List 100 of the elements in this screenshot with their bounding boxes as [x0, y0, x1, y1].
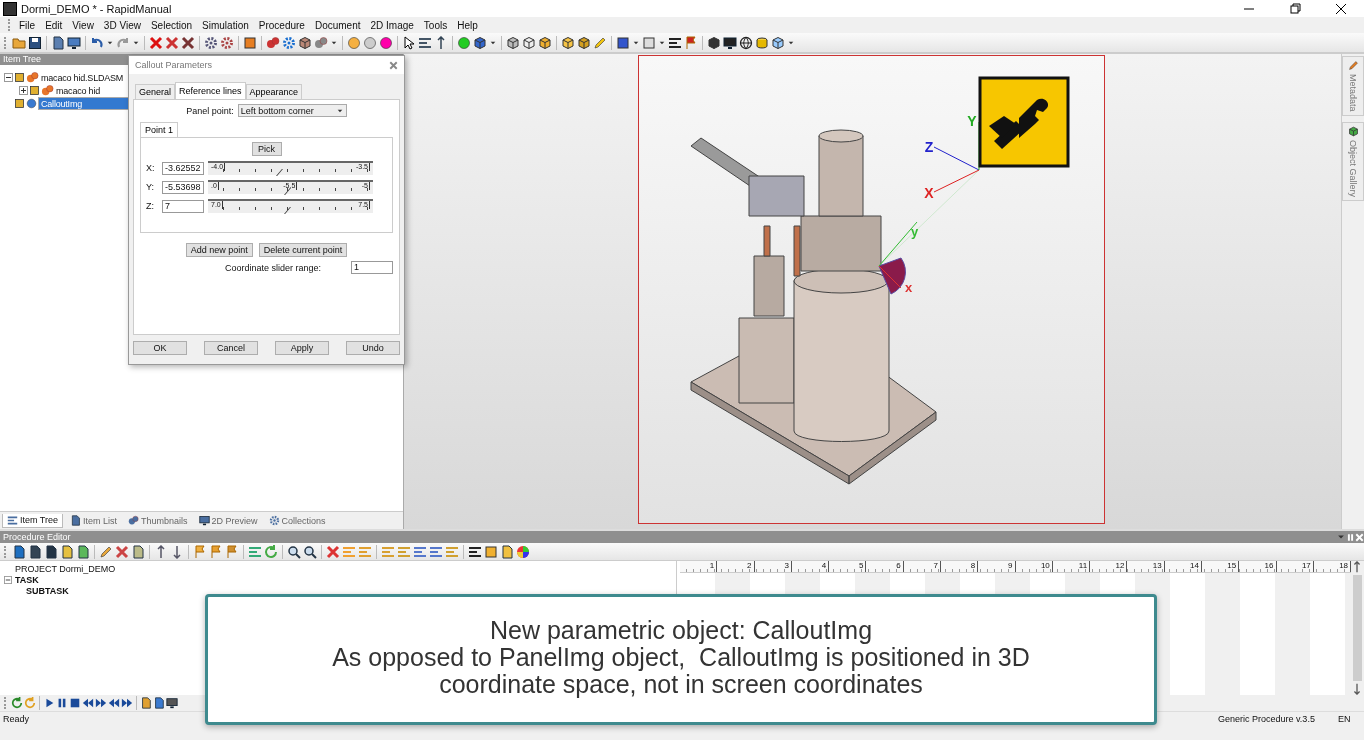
fast-forward-icon[interactable]	[95, 697, 107, 709]
panel-point-dropdown[interactable]: Left bottom corner	[237, 104, 347, 117]
document-icon[interactable]	[131, 544, 145, 559]
scrollbar-thumb[interactable]	[1353, 575, 1362, 681]
spheres-icon[interactable]	[266, 35, 280, 50]
sphere-icon[interactable]	[379, 35, 393, 50]
pencil-icon[interactable]	[593, 35, 607, 50]
pencil-icon[interactable]	[99, 544, 113, 559]
document-icon[interactable]	[500, 544, 514, 559]
cross-icon[interactable]	[165, 35, 179, 50]
menu-item[interactable]: Tools	[418, 19, 453, 31]
cube-icon[interactable]	[298, 35, 312, 50]
cube-icon[interactable]	[538, 35, 552, 50]
pause-icon[interactable]	[1346, 532, 1355, 542]
menu-item[interactable]: Help	[452, 19, 483, 31]
cross-icon[interactable]	[326, 544, 340, 559]
cursor-icon[interactable]	[402, 35, 416, 50]
document-icon[interactable]	[140, 697, 152, 709]
sphere-icon[interactable]	[347, 35, 361, 50]
tree-item[interactable]: macaco hid	[55, 85, 102, 96]
square-icon[interactable]	[243, 35, 257, 50]
tree-item[interactable]: macaco hid.SLDASM	[40, 72, 125, 83]
gear-icon[interactable]	[204, 35, 218, 50]
spheres-icon[interactable]	[314, 35, 328, 50]
magnifier-icon[interactable]	[287, 544, 301, 559]
gear-icon[interactable]	[220, 35, 234, 50]
cross-icon[interactable]	[115, 544, 129, 559]
bars-icon[interactable]	[468, 544, 482, 559]
menu-item[interactable]: Document	[309, 19, 366, 31]
monitor-icon[interactable]	[723, 35, 737, 50]
cube-icon[interactable]	[707, 35, 721, 50]
dialog-tab[interactable]: General	[135, 84, 176, 99]
document-icon[interactable]	[76, 544, 90, 559]
color-wheel-icon[interactable]	[516, 544, 530, 559]
project-label[interactable]: PROJECT Dormi_DEMO	[15, 563, 116, 574]
save-icon[interactable]	[28, 35, 42, 50]
bars-icon[interactable]	[418, 35, 432, 50]
menu-item[interactable]: Procedure	[253, 19, 310, 31]
bars-icon[interactable]	[668, 35, 682, 50]
collapse-icon[interactable]	[4, 73, 13, 82]
pause-icon[interactable]	[56, 697, 68, 709]
coordinate-field[interactable]: 7	[162, 199, 204, 213]
menu-item[interactable]: 3D View	[98, 19, 146, 31]
folder-icon[interactable]	[12, 35, 26, 50]
dialog-button[interactable]: OK	[133, 341, 187, 355]
dialog-tab[interactable]: Reference lines	[175, 82, 246, 99]
down-arrow-icon[interactable]	[170, 544, 184, 559]
monitor-icon[interactable]	[166, 697, 178, 709]
document-icon[interactable]	[12, 544, 26, 559]
coordinate-field[interactable]: -3.62552	[162, 161, 204, 175]
expand-icon[interactable]	[19, 86, 28, 95]
cross-icon[interactable]	[389, 60, 398, 70]
flag-icon[interactable]	[225, 544, 239, 559]
cube-icon[interactable]	[771, 35, 785, 50]
play-icon[interactable]	[43, 697, 55, 709]
subtask-label[interactable]: SUBTASK	[26, 585, 69, 596]
dialog-tab[interactable]: Appearance	[245, 84, 303, 99]
down-arrow-icon[interactable]	[1351, 683, 1363, 695]
sphere-icon[interactable]	[363, 35, 377, 50]
panel-tab[interactable]: 2D Preview	[194, 514, 262, 527]
side-tab[interactable]: Object Gallery	[1342, 121, 1364, 201]
menu-item[interactable]: Simulation	[197, 19, 254, 31]
globe-icon[interactable]	[739, 35, 753, 50]
monitor-icon[interactable]	[67, 35, 81, 50]
cube-icon[interactable]	[473, 35, 487, 50]
range-field[interactable]: 1	[351, 261, 393, 274]
dialog-button[interactable]: Cancel	[204, 341, 258, 355]
rewind-icon[interactable]	[108, 697, 120, 709]
pick-button[interactable]: Pick	[251, 142, 282, 156]
up-arrow-icon[interactable]	[1351, 561, 1363, 573]
menu-item[interactable]: Edit	[40, 19, 68, 31]
square-icon[interactable]	[484, 544, 498, 559]
flag-icon[interactable]	[209, 544, 223, 559]
point-button[interactable]: Add new point	[185, 243, 253, 257]
document-icon[interactable]	[28, 544, 42, 559]
rewind-icon[interactable]	[82, 697, 94, 709]
refresh-icon[interactable]	[264, 544, 278, 559]
side-tab[interactable]: Metadata	[1342, 56, 1364, 116]
task-label[interactable]: TASK	[15, 574, 39, 585]
coordinate-field[interactable]: -5.53698	[162, 180, 204, 194]
point-button[interactable]: Delete current point	[258, 243, 348, 257]
undo-icon[interactable]	[90, 35, 104, 50]
document-icon[interactable]	[153, 697, 165, 709]
fast-forward-icon[interactable]	[121, 697, 133, 709]
panel-tab[interactable]: Collections	[264, 514, 330, 527]
cube-icon[interactable]	[522, 35, 536, 50]
menu-item[interactable]: File	[14, 19, 41, 31]
panel-tab[interactable]: Thumbnails	[124, 514, 192, 527]
flag-icon[interactable]	[684, 35, 698, 50]
dialog-button[interactable]: Apply	[275, 341, 329, 355]
cross-icon[interactable]	[149, 35, 163, 50]
cube-icon[interactable]	[561, 35, 575, 50]
sphere-icon[interactable]	[457, 35, 471, 50]
magnifier-icon[interactable]	[303, 544, 317, 559]
panel-tab[interactable]: Item List	[66, 514, 122, 527]
document-icon[interactable]	[51, 35, 65, 50]
document-icon[interactable]	[60, 544, 74, 559]
flag-icon[interactable]	[193, 544, 207, 559]
panel-tab[interactable]: Item Tree	[2, 513, 63, 528]
point-tab[interactable]: Point 1	[140, 122, 179, 137]
